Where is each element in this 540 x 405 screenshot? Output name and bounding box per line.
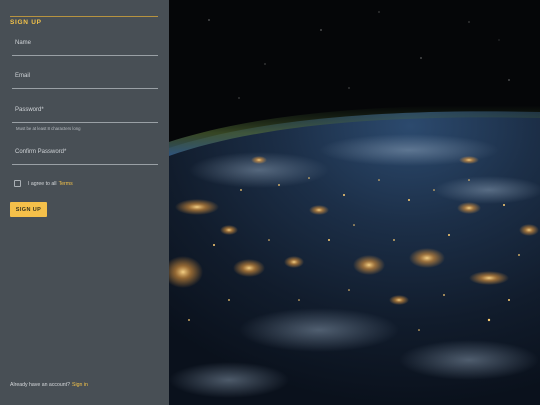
confirm-password-field[interactable]: Confirm Password* xyxy=(12,148,158,165)
heading-rule xyxy=(10,16,158,17)
password-field[interactable]: Password* xyxy=(12,106,158,123)
password-field-label: Password* xyxy=(15,107,44,113)
terms-agreement: I agree to all Terms xyxy=(14,179,73,188)
signin-prompt: Already have an account? Sign in xyxy=(10,382,88,388)
password-hint: Must be at least 8 characters long xyxy=(16,126,81,131)
earth-at-night-photo xyxy=(169,0,540,405)
sign-in-link[interactable]: Sign in xyxy=(72,382,88,388)
email-field-underline xyxy=(12,88,158,89)
password-field-underline xyxy=(12,122,158,123)
email-field-label: Email xyxy=(15,73,31,79)
name-field-label: Name xyxy=(15,40,32,46)
confirm-password-field-label: Confirm Password* xyxy=(15,149,67,155)
form-heading: SIGN UP xyxy=(10,11,158,28)
form-title: SIGN UP xyxy=(10,18,46,28)
email-field[interactable]: Email xyxy=(12,72,158,89)
name-field[interactable]: Name xyxy=(12,39,158,56)
agree-text: I agree to all xyxy=(28,180,57,187)
terms-checkbox[interactable] xyxy=(14,180,21,187)
terms-link[interactable]: Terms xyxy=(59,181,73,187)
sign-up-button[interactable]: SIGN UP xyxy=(10,202,47,217)
name-field-underline xyxy=(12,55,158,56)
confirm-password-field-underline xyxy=(12,164,158,165)
earth-photo-graphic xyxy=(169,0,540,405)
footer-text: Already have an account? xyxy=(10,382,70,388)
signup-panel: SIGN UP Name Email Password* Must be at … xyxy=(0,0,169,405)
